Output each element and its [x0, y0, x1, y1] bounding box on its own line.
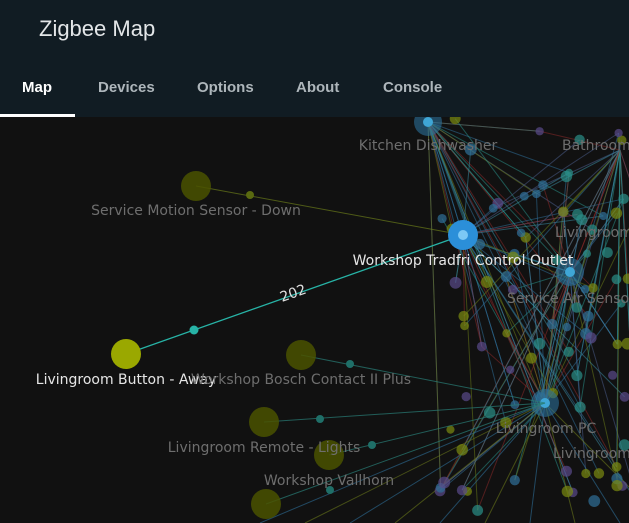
link-line	[427, 121, 507, 423]
device-node[interactable]	[532, 189, 541, 199]
device-node[interactable]	[437, 213, 447, 224]
node-label: Livingroom PC	[496, 421, 597, 437]
node-label: Livingroom	[553, 446, 629, 462]
selected-end-device-node[interactable]	[111, 339, 141, 369]
device-node[interactable]	[525, 352, 537, 364]
link-midpoint	[316, 415, 324, 423]
active-tab-indicator	[0, 114, 75, 117]
device-node[interactable]	[533, 337, 546, 350]
node-label: Livingroom Button - Away	[36, 372, 216, 388]
device-node[interactable]	[461, 391, 471, 402]
device-node[interactable]	[621, 337, 629, 350]
end-device-node[interactable]	[181, 171, 211, 201]
end-device-node[interactable]	[249, 407, 279, 437]
device-node[interactable]	[476, 341, 487, 352]
device-node[interactable]	[519, 191, 529, 201]
device-node[interactable]	[480, 276, 493, 288]
node-label: Workshop Tradfri Control Outlet	[353, 253, 574, 269]
link-quality-label: 202	[278, 282, 309, 306]
node-label: Livingroom	[555, 225, 629, 241]
device-node[interactable]	[582, 249, 592, 258]
node-label: Bathroom	[562, 138, 629, 154]
background-nodes	[414, 117, 629, 516]
node-label: Service Air Sensor	[507, 291, 629, 307]
link-midpoint	[346, 360, 354, 368]
tab-about[interactable]: About	[296, 79, 339, 96]
device-node[interactable]	[502, 329, 511, 338]
router-node-core	[458, 230, 468, 240]
node-label: Workshop Bosch Contact II Plus	[191, 372, 411, 388]
device-node[interactable]	[516, 228, 526, 238]
link-midpoint	[189, 325, 199, 335]
device-node[interactable]	[610, 207, 623, 219]
link-line	[536, 149, 621, 195]
tab-devices[interactable]: Devices	[98, 79, 155, 96]
network-map[interactable]: 202 Kitchen Dishwasher Bathroom Service Mo…	[0, 117, 629, 523]
device-node[interactable]	[535, 127, 544, 136]
device-node[interactable]	[565, 168, 574, 177]
device-node[interactable]	[593, 468, 605, 479]
device-node[interactable]	[611, 480, 623, 492]
device-node[interactable]	[560, 465, 573, 477]
device-node[interactable]	[588, 495, 601, 507]
device-node[interactable]	[602, 247, 613, 258]
device-node[interactable]	[582, 310, 594, 322]
device-node[interactable]	[538, 180, 548, 190]
device-node[interactable]	[608, 370, 618, 380]
device-node[interactable]	[611, 461, 622, 472]
link-midpoint	[368, 441, 376, 449]
node-label: Service Motion Sensor - Down	[91, 203, 301, 219]
device-node[interactable]	[472, 504, 484, 516]
device-node[interactable]	[563, 346, 574, 357]
tab-options[interactable]: Options	[197, 79, 254, 96]
page-title: Zigbee Map	[39, 16, 156, 41]
device-node[interactable]	[438, 476, 451, 489]
device-node[interactable]	[456, 484, 468, 496]
node-label: Workshop Vallhorn	[264, 473, 394, 489]
device-node[interactable]	[585, 332, 597, 344]
app-header: Zigbee Map Map Devices Options About Con…	[0, 0, 629, 117]
tab-console[interactable]: Console	[383, 79, 442, 96]
device-node[interactable]	[456, 443, 468, 456]
node-label: Livingroom Remote - Lights	[168, 440, 361, 456]
link-line	[427, 121, 442, 488]
end-device-node[interactable]	[251, 489, 281, 519]
background-links	[259, 118, 629, 523]
device-node[interactable]	[506, 365, 515, 374]
device-node[interactable]	[612, 339, 623, 350]
device-node[interactable]	[572, 208, 583, 220]
device-node[interactable]	[574, 401, 586, 413]
tab-map[interactable]: Map	[22, 79, 52, 96]
end-device-node[interactable]	[286, 340, 316, 370]
device-node[interactable]	[599, 211, 608, 221]
device-node[interactable]	[449, 276, 462, 289]
device-node[interactable]	[458, 310, 469, 322]
device-node[interactable]	[622, 273, 629, 284]
router-node-core	[423, 117, 433, 127]
device-node[interactable]	[500, 271, 512, 282]
device-node[interactable]	[460, 321, 469, 331]
device-node[interactable]	[571, 369, 583, 382]
device-node[interactable]	[509, 475, 520, 486]
link-midpoint	[246, 191, 254, 199]
device-node[interactable]	[546, 318, 558, 330]
device-node[interactable]	[562, 322, 572, 332]
device-node[interactable]	[561, 485, 574, 498]
device-node[interactable]	[581, 468, 591, 479]
device-node[interactable]	[614, 128, 623, 138]
device-node[interactable]	[488, 203, 498, 213]
link-line	[427, 121, 540, 132]
device-node[interactable]	[558, 206, 569, 217]
device-node[interactable]	[611, 274, 622, 285]
node-label: Kitchen Dishwasher	[359, 138, 498, 154]
device-node[interactable]	[618, 193, 629, 205]
